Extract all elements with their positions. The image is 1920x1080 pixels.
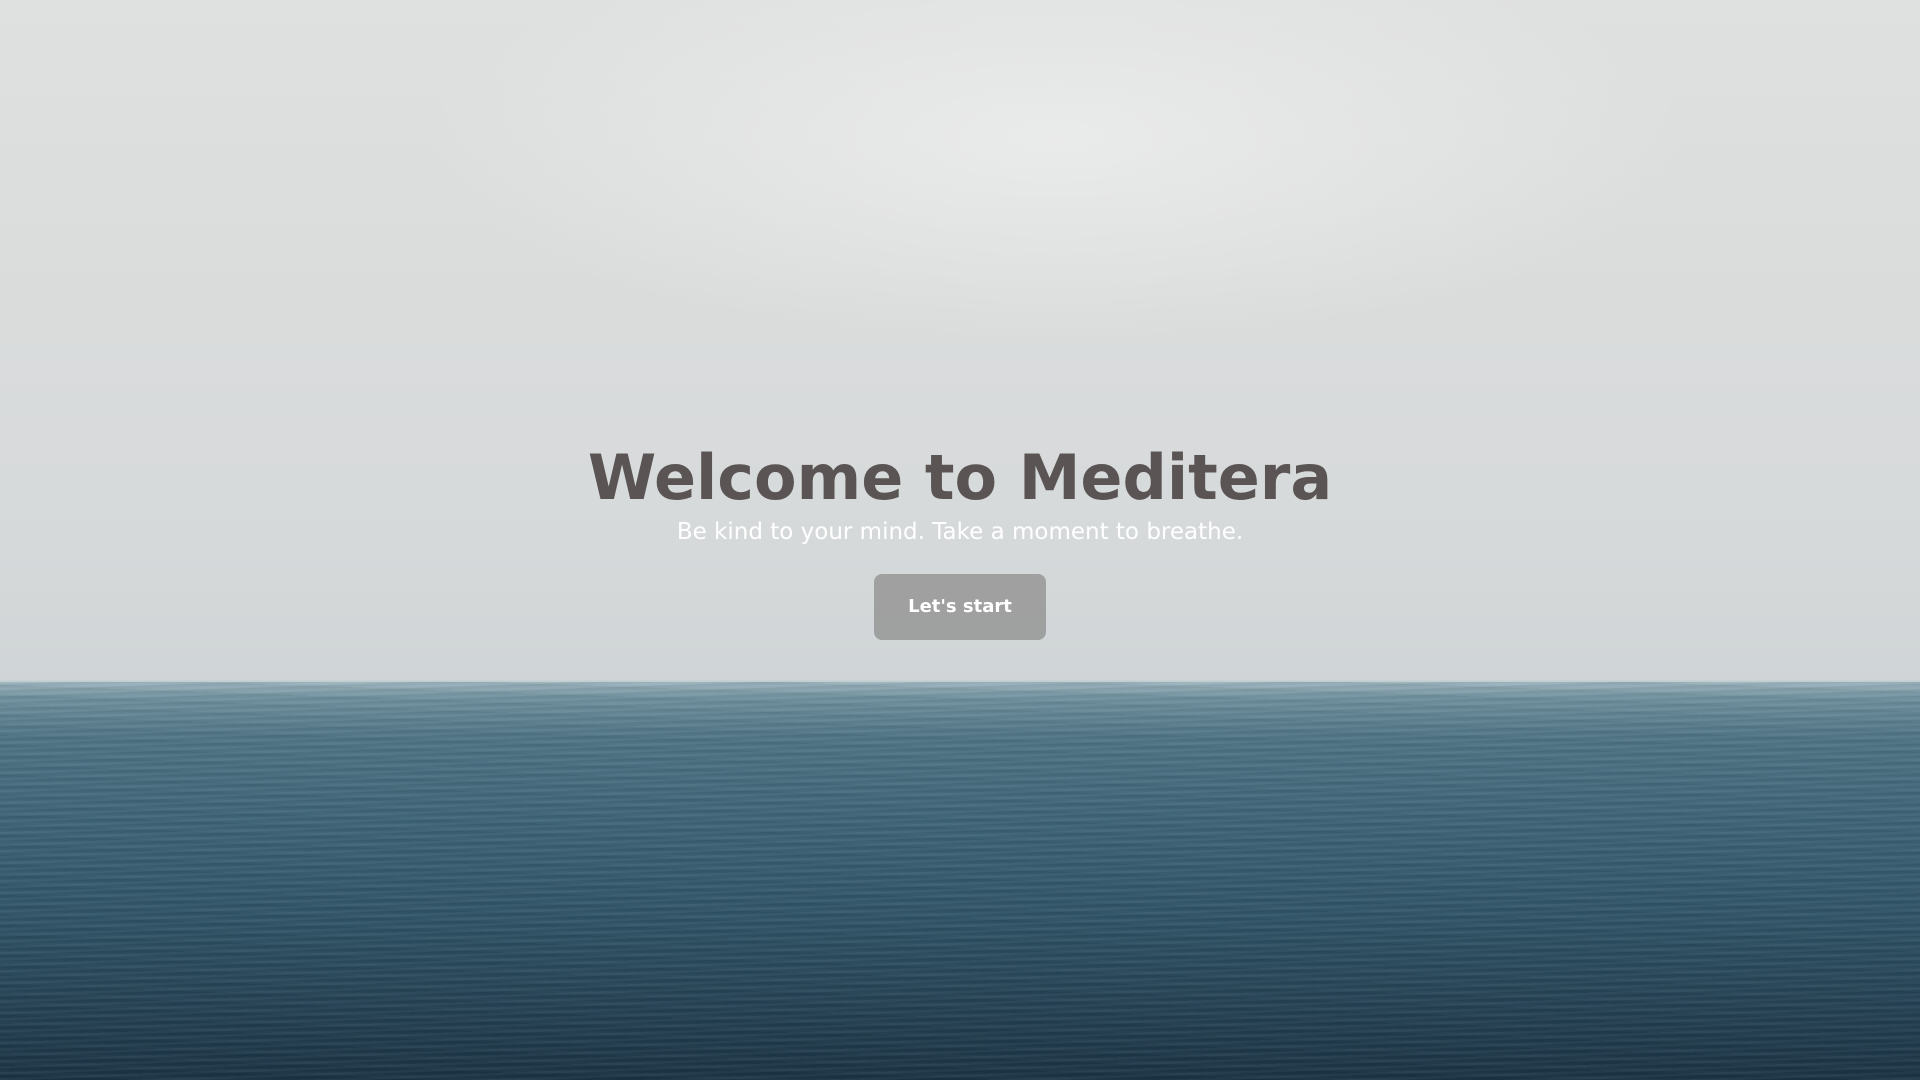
hero-section: Welcome to Meditera Be kind to your mind… (0, 440, 1920, 640)
page-subtitle: Be kind to your mind. Take a moment to b… (676, 519, 1244, 545)
sea-background (0, 682, 1920, 1080)
lets-start-button[interactable]: Let's start (874, 574, 1046, 640)
page-title: Welcome to Meditera (587, 441, 1333, 514)
